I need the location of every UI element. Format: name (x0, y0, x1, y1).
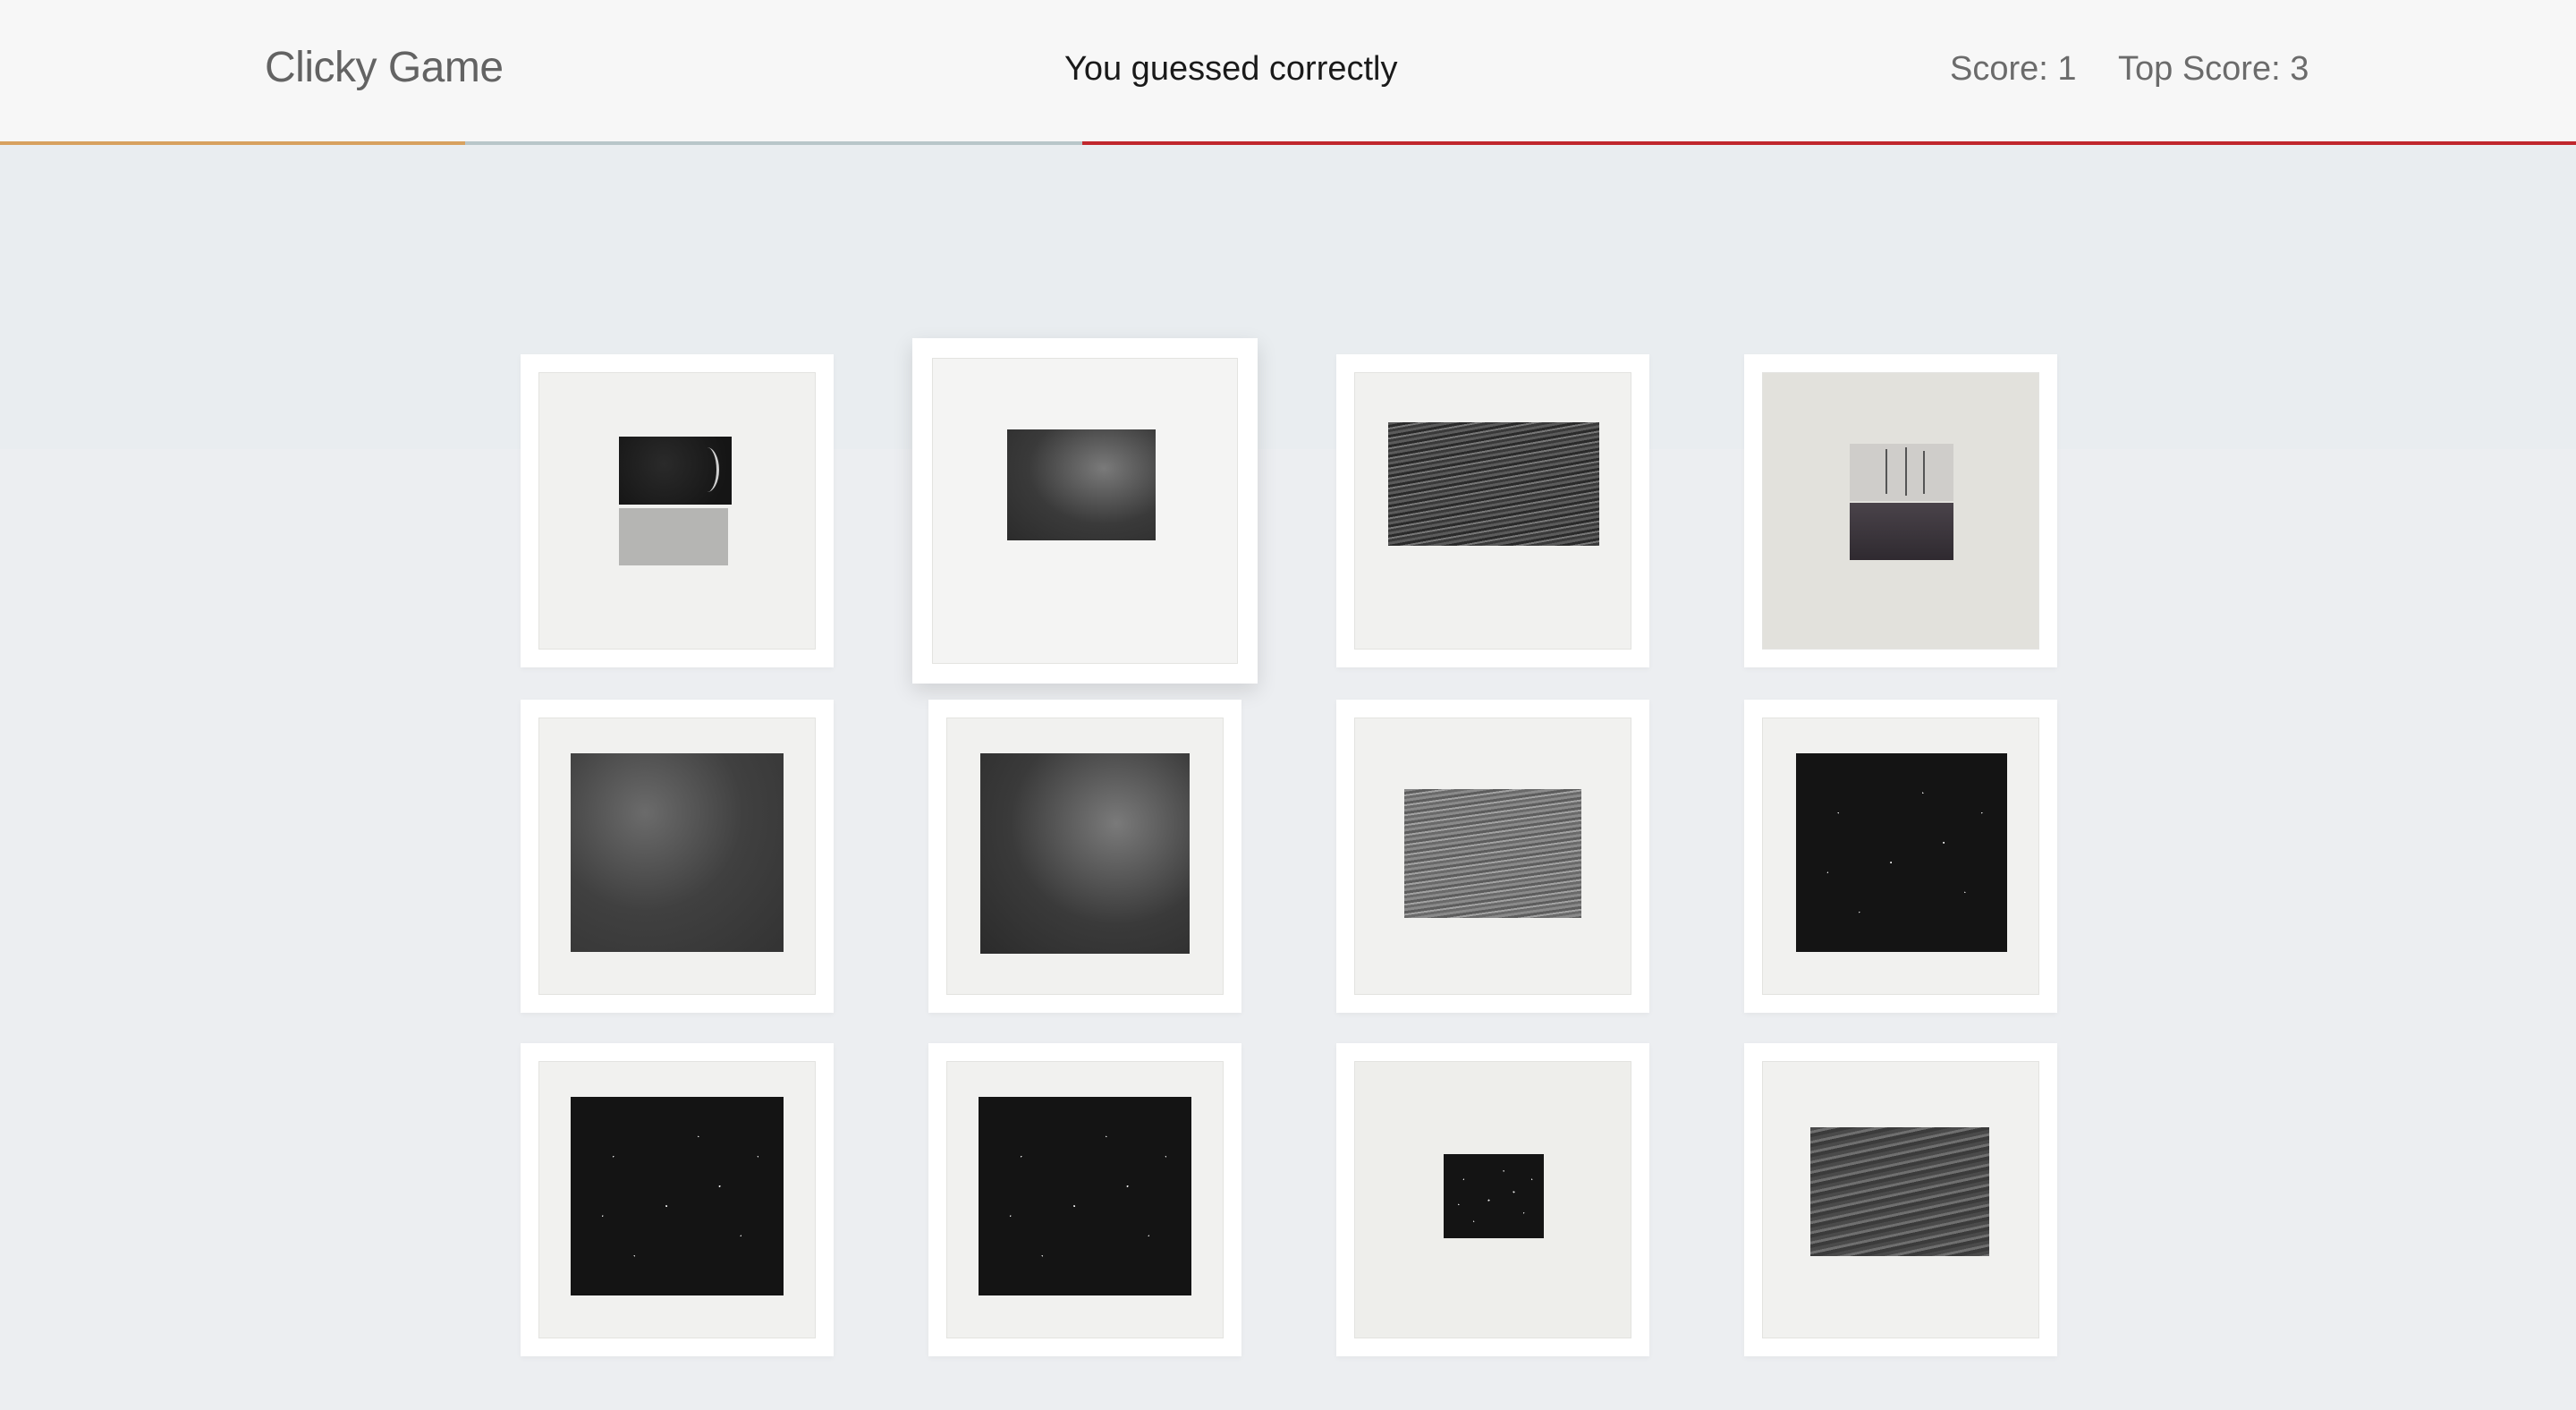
card-moon-diptych[interactable] (521, 354, 834, 667)
top-score-counter: Top Score: 3 (2118, 50, 2309, 88)
moon-crescent-icon (695, 447, 719, 492)
ocean-panel (1404, 789, 1581, 918)
ship-mast-icon (1905, 447, 1907, 496)
paper-panel (619, 508, 728, 565)
card-star-field[interactable] (1744, 700, 2057, 1013)
night-haze-panel (980, 753, 1190, 954)
artwork-image (538, 718, 816, 995)
artwork-image (932, 358, 1238, 664)
game-board (0, 145, 2576, 1410)
status-message: You guessed correctly (1064, 50, 1398, 88)
card-small-star-field[interactable] (1336, 1043, 1649, 1356)
card-star-field-3[interactable] (928, 1043, 1241, 1356)
star-field-panel (1444, 1154, 1544, 1238)
artwork-image (1762, 372, 2039, 650)
card-night-haze[interactable] (521, 700, 834, 1013)
dusk-panel (1850, 503, 1953, 560)
ocean-panel (1810, 1127, 1989, 1256)
star-field-panel (1796, 753, 2007, 952)
artwork-image (946, 718, 1224, 995)
ocean-panel (1388, 422, 1599, 546)
artwork-image (1354, 372, 1631, 650)
artwork-image (1354, 1061, 1631, 1338)
star-field-panel (979, 1097, 1191, 1295)
card-star-field-2[interactable] (521, 1043, 834, 1356)
artwork-image (1762, 1061, 2039, 1338)
ship-mast-icon (1923, 451, 1925, 494)
navbar: Clicky Game You guessed correctly Score:… (0, 0, 2576, 141)
artwork-image (1762, 718, 2039, 995)
card-night-haze-2[interactable] (928, 700, 1241, 1013)
artwork-image (538, 372, 816, 650)
card-dark-ocean[interactable] (1744, 1043, 2057, 1356)
artwork-image (946, 1061, 1224, 1338)
moon-panel (619, 437, 732, 505)
card-ship-stars[interactable] (1744, 354, 2057, 667)
haze-panel (1007, 429, 1156, 540)
score-counter: Score: 1 (1950, 50, 2077, 88)
artwork-image (538, 1061, 816, 1338)
card-gray-haze[interactable] (912, 338, 1258, 684)
brand-title[interactable]: Clicky Game (265, 43, 504, 92)
card-ocean-small[interactable] (1336, 700, 1649, 1013)
star-field-panel (571, 1097, 784, 1295)
card-ocean-waves[interactable] (1336, 354, 1649, 667)
night-haze-panel (571, 753, 784, 952)
ship-mast-icon (1885, 449, 1887, 494)
artwork-image (1354, 718, 1631, 995)
ship-panel (1850, 444, 1953, 501)
